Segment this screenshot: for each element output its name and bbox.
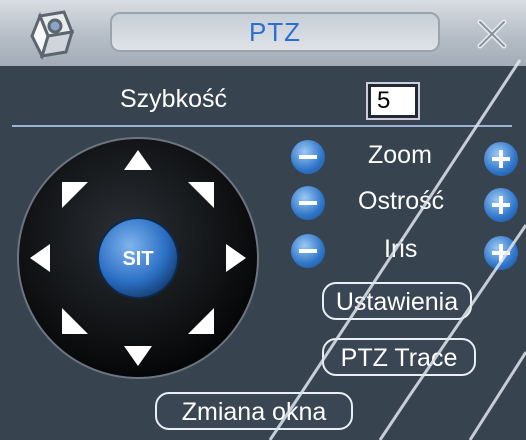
zoom-label: Zoom xyxy=(368,141,432,169)
close-icon[interactable] xyxy=(470,14,514,54)
window-title: PTZ xyxy=(248,17,302,47)
ptz-trace-button[interactable]: PTZ Trace xyxy=(322,338,476,376)
change-window-button[interactable]: Zmiana okna xyxy=(155,392,353,430)
zoom-plus-button[interactable] xyxy=(484,142,518,176)
iris-plus-button[interactable] xyxy=(484,236,518,270)
settings-button[interactable]: Ustawienia xyxy=(322,282,472,320)
ptz-app-icon xyxy=(30,10,75,60)
focus-label: Ostrość xyxy=(358,187,445,215)
zoom-minus-button[interactable] xyxy=(291,140,325,174)
iris-minus-button[interactable] xyxy=(291,234,325,268)
direction-pad: SIT xyxy=(17,137,259,379)
ptz-dialog: PTZ Szybkość 5 SIT Zoom Ostrość Iris Ust… xyxy=(0,0,526,440)
speed-input[interactable]: 5 xyxy=(368,84,418,118)
divider xyxy=(12,125,512,127)
focus-plus-button[interactable] xyxy=(484,188,518,222)
focus-minus-button[interactable] xyxy=(291,186,325,220)
title-bar: PTZ xyxy=(0,0,526,66)
iris-label: Iris xyxy=(384,235,418,263)
speed-label: Szybkość xyxy=(120,85,227,113)
center-sit-label: SIT xyxy=(122,248,153,270)
